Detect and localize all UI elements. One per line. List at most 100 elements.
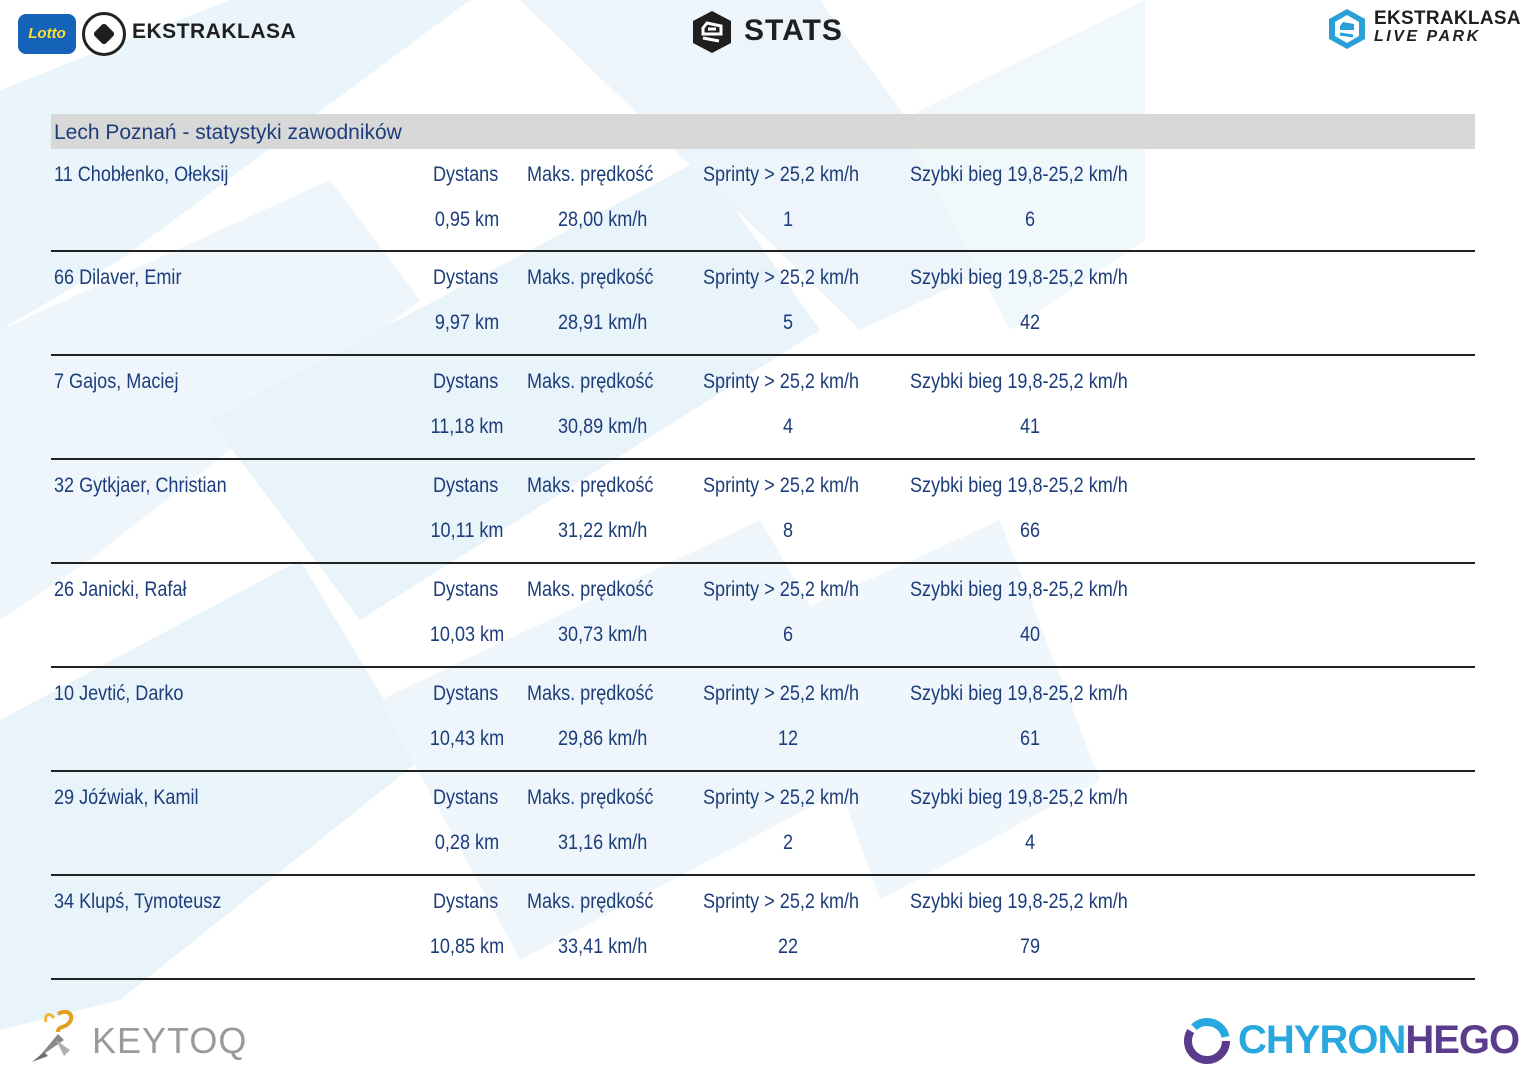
distance-label: Dystans — [433, 474, 499, 497]
sprints-label: Sprinty > 25,2 km/h — [703, 890, 860, 913]
player-name: 32 Gytkjaer, Christian — [54, 474, 227, 497]
distance-label: Dystans — [433, 682, 499, 705]
chyronhego-icon — [1184, 1018, 1230, 1064]
max-speed-value: 28,91 km/h — [558, 311, 648, 334]
distance-value: 0,95 km — [434, 208, 500, 231]
sprints-label: Sprinty > 25,2 km/h — [703, 474, 860, 497]
livepark-logo: EKSTRAKLASA LIVE PARK — [1326, 6, 1521, 52]
player-name: 10 Jevtić, Darko — [54, 682, 184, 705]
fast-run-value: 4 — [1024, 831, 1036, 854]
fast-run-value: 41 — [1019, 415, 1041, 438]
table-row: 66 Dilaver, Emir Dystans Maks. prędkość Spr… — [51, 252, 1475, 356]
livepark-e-icon — [1329, 9, 1365, 49]
sprints-label: Sprinty > 25,2 km/h — [703, 370, 860, 393]
fast-run-label: Szybki bieg 19,8-25,2 km/h — [910, 370, 1128, 393]
max-speed-value: 28,00 km/h — [558, 208, 648, 231]
distance-label: Dystans — [433, 890, 499, 913]
distance-value: 10,43 km — [429, 727, 505, 750]
max-speed-value: 31,22 km/h — [558, 519, 648, 542]
header: Lotto EKSTRAKLASA STATS EKSTRAKLASA LIVE… — [0, 0, 1527, 70]
table-row: 10 Jevtić, Darko Dystans Maks. prędkość Spr… — [51, 668, 1475, 772]
max-speed-label: Maks. prędkość — [527, 163, 654, 186]
livepark-title: EKSTRAKLASA — [1374, 8, 1521, 29]
distance-value: 0,28 km — [434, 831, 500, 854]
keytoq-icon — [32, 1009, 74, 1062]
distance-value: 10,85 km — [429, 935, 505, 958]
fast-run-label: Szybki bieg 19,8-25,2 km/h — [910, 266, 1128, 289]
distance-value: 10,11 km — [430, 519, 504, 542]
sprints-label: Sprinty > 25,2 km/h — [703, 163, 860, 186]
sprints-value: 4 — [782, 415, 794, 438]
fast-run-label: Szybki bieg 19,8-25,2 km/h — [910, 786, 1128, 809]
max-speed-value: 30,73 km/h — [558, 623, 648, 646]
player-name: 26 Janicki, Rafał — [54, 578, 187, 601]
e-stats-icon — [693, 11, 731, 53]
fast-run-value: 42 — [1019, 311, 1041, 334]
max-speed-label: Maks. prędkość — [527, 578, 654, 601]
player-name: 34 Klupś, Tymoteusz — [54, 890, 222, 913]
distance-value: 10,03 km — [429, 623, 505, 646]
chyronhego-logo: CHYRONHEGO — [1182, 1014, 1520, 1070]
player-name: 29 Jóźwiak, Kamil — [54, 786, 199, 809]
sprints-label: Sprinty > 25,2 km/h — [703, 682, 860, 705]
sprints-label: Sprinty > 25,2 km/h — [703, 786, 860, 809]
sprints-value: 6 — [782, 623, 794, 646]
sprints-value: 1 — [782, 208, 794, 231]
max-speed-label: Maks. prędkość — [527, 786, 654, 809]
lotto-badge: Lotto — [18, 14, 76, 54]
player-stats-table: Lech Poznań - statystyki zawodników 11 C… — [51, 114, 1475, 980]
sprints-label: Sprinty > 25,2 km/h — [703, 266, 860, 289]
distance-label: Dystans — [433, 266, 499, 289]
stats-label: STATS — [744, 14, 843, 47]
distance-value: 9,97 km — [434, 311, 500, 334]
table-title: Lech Poznań - statystyki zawodników — [51, 114, 1475, 149]
chyronhego-label: CHYRONHEGO — [1238, 1018, 1520, 1063]
stats-logo: STATS — [690, 8, 850, 56]
max-speed-value: 29,86 km/h — [558, 727, 648, 750]
sprints-value: 8 — [782, 519, 794, 542]
fast-run-label: Szybki bieg 19,8-25,2 km/h — [910, 890, 1128, 913]
sprints-value: 2 — [782, 831, 794, 854]
sprints-value: 5 — [782, 311, 794, 334]
distance-label: Dystans — [433, 578, 499, 601]
fast-run-label: Szybki bieg 19,8-25,2 km/h — [910, 163, 1128, 186]
max-speed-label: Maks. prędkość — [527, 474, 654, 497]
player-name: 66 Dilaver, Emir — [54, 266, 182, 289]
max-speed-label: Maks. prędkość — [527, 370, 654, 393]
max-speed-label: Maks. prędkość — [527, 890, 654, 913]
lotto-ekstraklasa-logo: Lotto EKSTRAKLASA — [18, 12, 296, 56]
table-row: 34 Klupś, Tymoteusz Dystans Maks. prędkość… — [51, 876, 1475, 980]
table-row: 29 Jóźwiak, Kamil Dystans Maks. prędkość Sp… — [51, 772, 1475, 876]
fast-run-value: 40 — [1019, 623, 1041, 646]
sprints-value: 12 — [777, 727, 799, 750]
max-speed-label: Maks. prędkość — [527, 682, 654, 705]
fast-run-value: 6 — [1024, 208, 1036, 231]
distance-label: Dystans — [433, 163, 499, 186]
distance-label: Dystans — [433, 370, 499, 393]
fast-run-label: Szybki bieg 19,8-25,2 km/h — [910, 682, 1128, 705]
max-speed-label: Maks. prędkość — [527, 266, 654, 289]
fast-run-label: Szybki bieg 19,8-25,2 km/h — [910, 578, 1128, 601]
sprints-value: 22 — [777, 935, 799, 958]
max-speed-value: 30,89 km/h — [558, 415, 648, 438]
player-name: 7 Gajos, Maciej — [54, 370, 179, 393]
table-row: 26 Janicki, Rafał Dystans Maks. prędkość Sp… — [51, 564, 1475, 668]
ekstraklasa-label: EKSTRAKLASA — [132, 20, 297, 43]
distance-value: 11,18 km — [430, 415, 504, 438]
table-row: 11 Chobłenko, Ołeksij Dystans Maks. prędko… — [51, 149, 1475, 252]
fast-run-value: 61 — [1019, 727, 1041, 750]
fast-run-value: 66 — [1019, 519, 1041, 542]
max-speed-value: 31,16 km/h — [558, 831, 648, 854]
hego-part: HEGO — [1405, 1018, 1520, 1062]
keytoq-label: KEYTOQ — [92, 1020, 248, 1061]
chyron-part: CHYRON — [1238, 1018, 1406, 1062]
table-row: 7 Gajos, Maciej Dystans Maks. prędkość Spri… — [51, 356, 1475, 460]
distance-label: Dystans — [433, 786, 499, 809]
table-row: 32 Gytkjaer, Christian Dystans Maks. prędk… — [51, 460, 1475, 564]
footer: KEYTOQ CHYRONHEGO — [0, 1000, 1527, 1080]
fast-run-value: 79 — [1019, 935, 1041, 958]
sprints-label: Sprinty > 25,2 km/h — [703, 578, 860, 601]
livepark-subtitle: LIVE PARK — [1374, 28, 1481, 45]
keytoq-logo: KEYTOQ — [28, 1006, 248, 1066]
player-name: 11 Chobłenko, Ołeksij — [54, 163, 229, 186]
